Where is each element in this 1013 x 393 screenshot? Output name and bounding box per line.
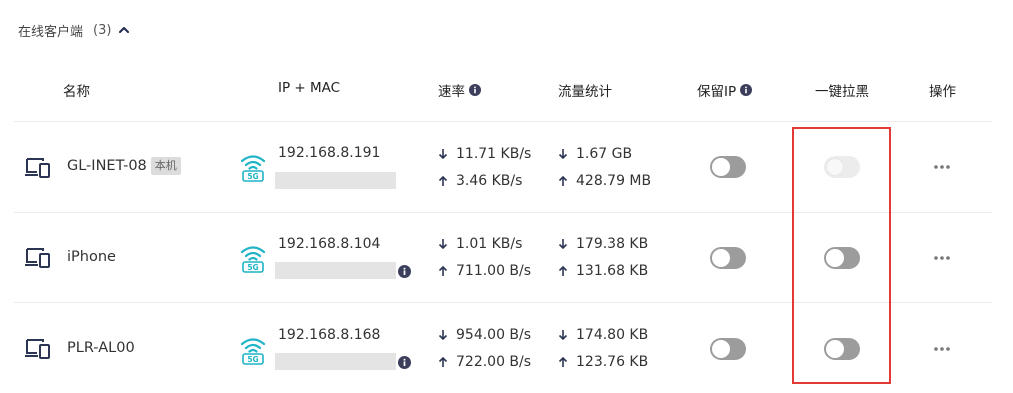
- arrow-up-icon: [438, 175, 448, 186]
- arrow-down-icon: [558, 330, 568, 341]
- local-device-badge: 本机: [150, 157, 181, 175]
- arrow-up-icon: [558, 265, 568, 276]
- column-header-rate: 速率: [438, 80, 481, 100]
- rate-download-value: 11.71 KB/s: [456, 146, 532, 162]
- traffic-download-value: 174.80 KB: [576, 327, 649, 343]
- rate-download: 1.01 KB/s: [438, 236, 522, 252]
- column-header-traffic: 流量统计: [558, 80, 612, 100]
- ip-address: 192.168.8.168: [278, 327, 381, 343]
- device-name: PLR-AL00: [67, 340, 135, 356]
- column-header-action: 操作: [929, 80, 956, 100]
- online-clients-header[interactable]: 在线客户端 (3): [18, 20, 131, 40]
- highlight-box: [792, 127, 891, 384]
- rate-download: 954.00 B/s: [438, 327, 531, 343]
- traffic-download-value: 179.38 KB: [576, 236, 649, 252]
- traffic-upload-value: 428.79 MB: [576, 173, 652, 189]
- header-traffic-label: 流量统计: [558, 84, 612, 100]
- section-title: 在线客户端: [18, 24, 84, 40]
- header-name-label: 名称: [63, 84, 90, 100]
- header-rate-label: 速率: [438, 84, 465, 100]
- traffic-download: 1.67 GB: [558, 146, 632, 162]
- arrow-up-icon: [558, 356, 568, 367]
- rate-download-value: 1.01 KB/s: [456, 236, 523, 252]
- chevron-up-icon[interactable]: [117, 23, 131, 37]
- rate-upload-value: 3.46 KB/s: [456, 173, 523, 189]
- device-name: iPhone: [67, 249, 116, 265]
- device-name-text: iPhone: [67, 249, 116, 265]
- more-dots-icon[interactable]: [933, 255, 951, 261]
- mac-address-masked: [275, 262, 396, 279]
- traffic-download: 174.80 KB: [558, 327, 648, 343]
- ip-address: 192.168.8.104: [278, 236, 381, 252]
- info-icon[interactable]: [740, 84, 753, 96]
- device-name: GL-INET-08 本机: [67, 157, 181, 175]
- wifi-5g-icon: 5G: [240, 338, 266, 365]
- traffic-upload-value: 131.68 KB: [576, 263, 649, 279]
- arrow-up-icon: [558, 175, 568, 186]
- info-icon[interactable]: [398, 356, 411, 369]
- arrow-down-icon: [558, 239, 568, 250]
- rate-upload-value: 722.00 B/s: [456, 354, 532, 370]
- info-icon[interactable]: [469, 84, 481, 96]
- column-header-block: 一键拉黑: [815, 80, 869, 100]
- rate-upload: 3.46 KB/s: [438, 173, 522, 189]
- keep-ip-toggle[interactable]: [710, 247, 746, 269]
- more-dots-icon[interactable]: [933, 164, 951, 170]
- band-label: 5G: [247, 355, 258, 364]
- client-count: (3): [93, 22, 112, 38]
- arrow-down-icon: [558, 149, 568, 160]
- traffic-upload: 123.76 KB: [558, 354, 648, 370]
- column-header-ip-mac: IP + MAC: [278, 80, 340, 96]
- rate-upload: 711.00 B/s: [438, 263, 531, 279]
- wifi-5g-icon: 5G: [240, 246, 266, 273]
- mac-address-masked: [275, 172, 396, 189]
- arrow-down-icon: [438, 330, 448, 341]
- device-name-text: GL-INET-08: [67, 158, 147, 174]
- band-label: 5G: [247, 172, 258, 181]
- arrow-down-icon: [438, 239, 448, 250]
- header-block-label: 一键拉黑: [815, 84, 869, 100]
- mac-address-masked: [275, 353, 396, 370]
- info-icon[interactable]: [398, 265, 411, 278]
- arrow-up-icon: [438, 265, 448, 276]
- traffic-upload: 428.79 MB: [558, 173, 651, 189]
- rate-download-value: 954.00 B/s: [456, 327, 532, 343]
- traffic-upload: 131.68 KB: [558, 263, 648, 279]
- band-label: 5G: [247, 263, 258, 272]
- rate-upload-value: 711.00 B/s: [456, 263, 532, 279]
- column-header-name: 名称: [63, 80, 90, 100]
- computer-phone-icon: [25, 248, 50, 268]
- arrow-down-icon: [438, 149, 448, 160]
- rate-upload: 722.00 B/s: [438, 354, 531, 370]
- traffic-upload-value: 123.76 KB: [576, 354, 649, 370]
- arrow-up-icon: [438, 356, 448, 367]
- more-dots-icon[interactable]: [933, 346, 951, 352]
- keep-ip-toggle[interactable]: [710, 338, 746, 360]
- keep-ip-toggle[interactable]: [710, 156, 746, 178]
- device-name-text: PLR-AL00: [67, 340, 135, 356]
- rate-download: 11.71 KB/s: [438, 146, 531, 162]
- traffic-download-value: 1.67 GB: [576, 146, 633, 162]
- traffic-download: 179.38 KB: [558, 236, 648, 252]
- header-action-label: 操作: [929, 84, 956, 100]
- ip-address: 192.168.8.191: [278, 145, 381, 161]
- wifi-5g-icon: 5G: [240, 155, 266, 182]
- header-ip-mac-label: IP + MAC: [278, 80, 341, 96]
- computer-phone-icon: [25, 158, 50, 178]
- header-keep-ip-label: 保留IP: [697, 84, 737, 100]
- column-header-keep-ip: 保留IP: [697, 80, 753, 100]
- computer-phone-icon: [25, 339, 50, 359]
